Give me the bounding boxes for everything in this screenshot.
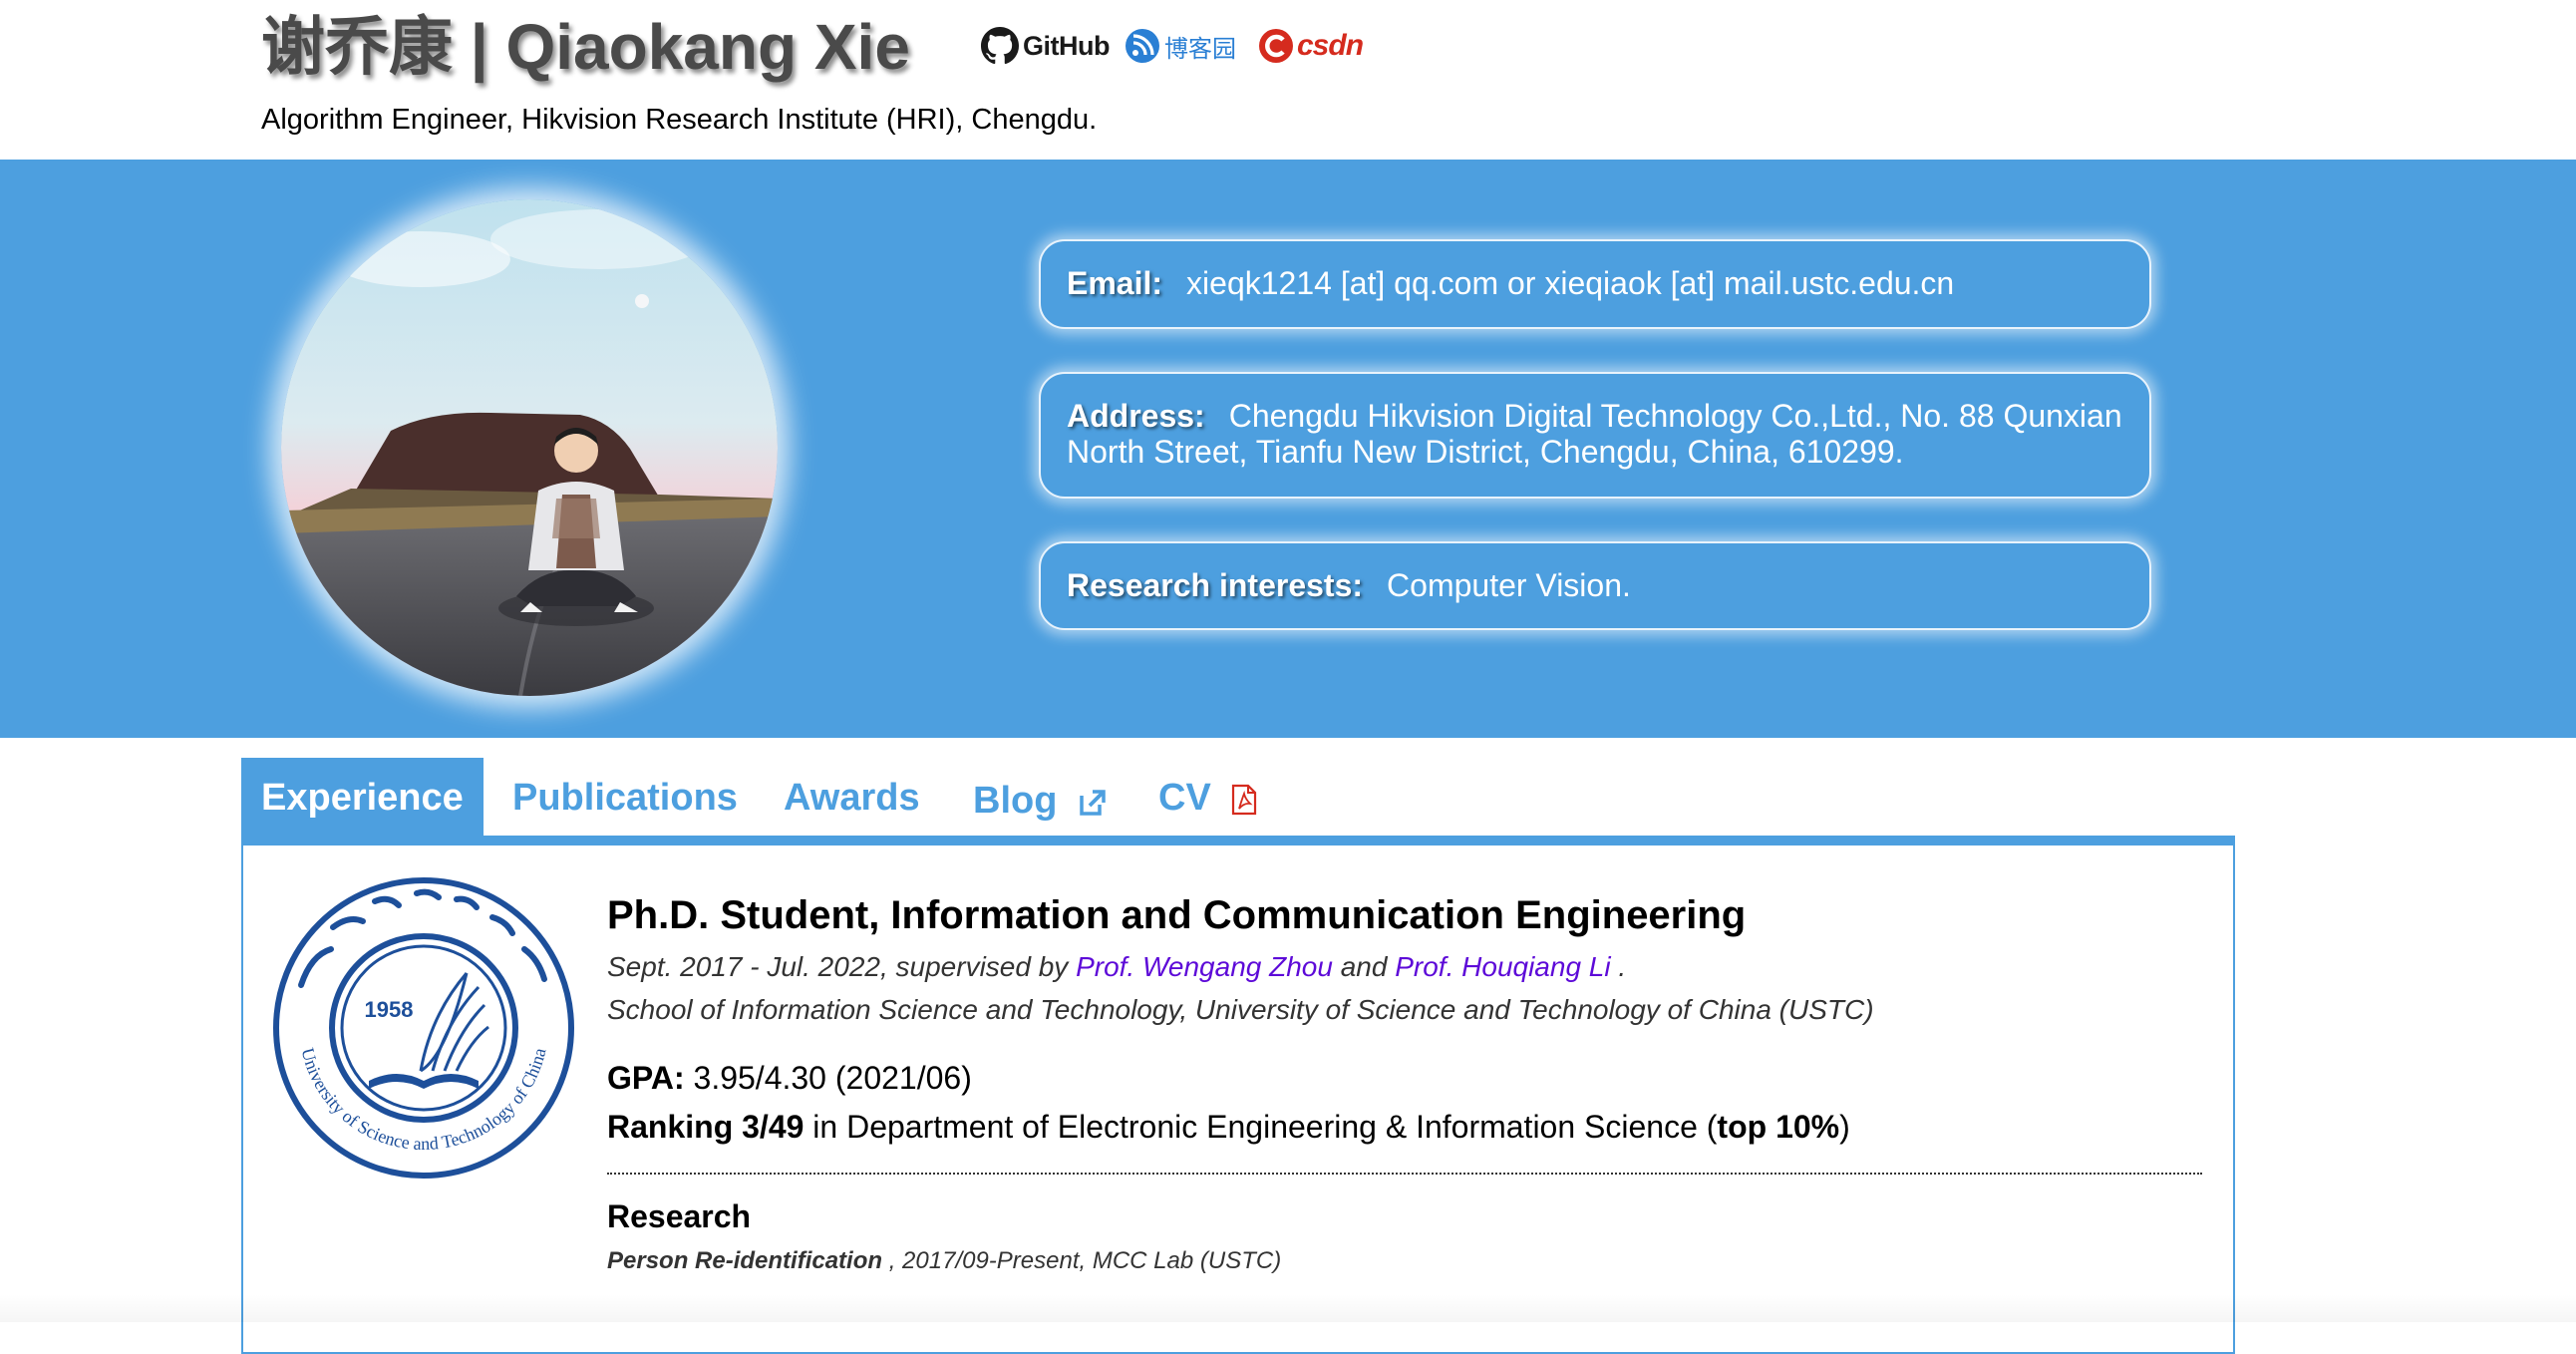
avatar (281, 199, 778, 696)
address-card: Address: Chengdu Hikvision Digital Techno… (1039, 372, 2151, 499)
research-interests-card: Research interests: Computer Vision. (1039, 541, 2151, 630)
and-text: and (1332, 951, 1396, 982)
cnblogs-label: 博客园 (1164, 34, 1236, 63)
period-suffix: . (1610, 951, 1627, 982)
address-label: Address: (1067, 398, 1205, 434)
cnblogs-icon (1126, 29, 1159, 63)
profile-photo (281, 199, 778, 696)
research-item-detail: , 2017/09-Present, MCC Lab (USTC) (882, 1247, 1282, 1274)
tab-awards[interactable]: Awards (784, 758, 920, 838)
tab-blog[interactable]: Blog (973, 761, 1108, 841)
tab-experience[interactable]: Experience (241, 758, 483, 838)
csdn-label: csdn (1297, 29, 1364, 62)
ranking-line: Ranking 3/49 in Department of Electronic… (607, 1109, 1850, 1146)
tab-blog-label: Blog (973, 780, 1058, 822)
email-card: Email: xieqk1214 [at] qq.com or xieqiaok … (1039, 239, 2151, 329)
external-link-icon (1080, 790, 1106, 816)
gpa-value: 3.95/4.30 (2021/06) (684, 1060, 972, 1096)
research-interests-label: Research interests: (1067, 567, 1364, 603)
github-link[interactable]: GitHub (981, 24, 1110, 68)
ustc-logo-icon: University of Science and Technology of … (273, 877, 574, 1179)
address-value: Chengdu Hikvision Digital Technology Co.… (1067, 398, 2122, 470)
gpa-line: GPA: 3.95/4.30 (2021/06) (607, 1060, 972, 1097)
pdf-icon (1232, 784, 1257, 816)
tab-publications-label: Publications (512, 777, 738, 819)
ranking-label: Ranking 3/49 (607, 1109, 805, 1145)
advisor-link-wengang-zhou[interactable]: Prof. Wengang Zhou (1076, 951, 1333, 982)
research-item: Person Re-identification , 2017/09-Prese… (607, 1247, 1281, 1275)
tab-publications[interactable]: Publications (512, 758, 738, 838)
tab-awards-label: Awards (784, 777, 920, 819)
research-interests-value: Computer Vision. (1387, 567, 1631, 603)
page-header: 谢乔康 | Qiaokang Xie GitHub 博客园 csdn Algor… (0, 0, 2576, 160)
study-period-line: Sept. 2017 - Jul. 2022, supervised by Pr… (607, 951, 1626, 983)
page-title: 谢乔康 | Qiaokang Xie (261, 11, 910, 83)
school-name: School of Information Science and Techno… (607, 994, 1874, 1025)
github-icon (981, 27, 1019, 65)
advisor-link-houqiang-li[interactable]: Prof. Houqiang Li (1395, 951, 1610, 982)
research-item-name: Person Re-identification (607, 1247, 883, 1274)
tab-cv[interactable]: CV (1158, 758, 1257, 838)
ranking-end: ) (1839, 1109, 1850, 1145)
github-label: GitHub (1023, 30, 1110, 61)
tab-cv-label: CV (1158, 777, 1211, 819)
ranking-top: top 10% (1717, 1109, 1840, 1145)
cnblogs-link[interactable]: 博客园 (1125, 24, 1236, 68)
study-period: Sept. 2017 - Jul. 2022, supervised by (607, 951, 1077, 982)
ustc-year: 1958 (365, 997, 414, 1022)
ranking-department: in Department of Electronic Engineering … (804, 1109, 1718, 1145)
csdn-icon (1259, 29, 1293, 63)
email-value: xieqk1214 [at] qq.com or xieqiaok [at] m… (1186, 265, 1955, 301)
degree-title: Ph.D. Student, Information and Communica… (607, 893, 1747, 937)
csdn-link[interactable]: csdn (1258, 24, 1364, 68)
research-heading: Research (607, 1198, 752, 1234)
tab-experience-label: Experience (261, 777, 464, 819)
email-label: Email: (1067, 265, 1163, 301)
section-divider (607, 1173, 2202, 1175)
gpa-label: GPA: (607, 1060, 685, 1096)
page-subtitle: Algorithm Engineer, Hikvision Research I… (261, 104, 1098, 136)
